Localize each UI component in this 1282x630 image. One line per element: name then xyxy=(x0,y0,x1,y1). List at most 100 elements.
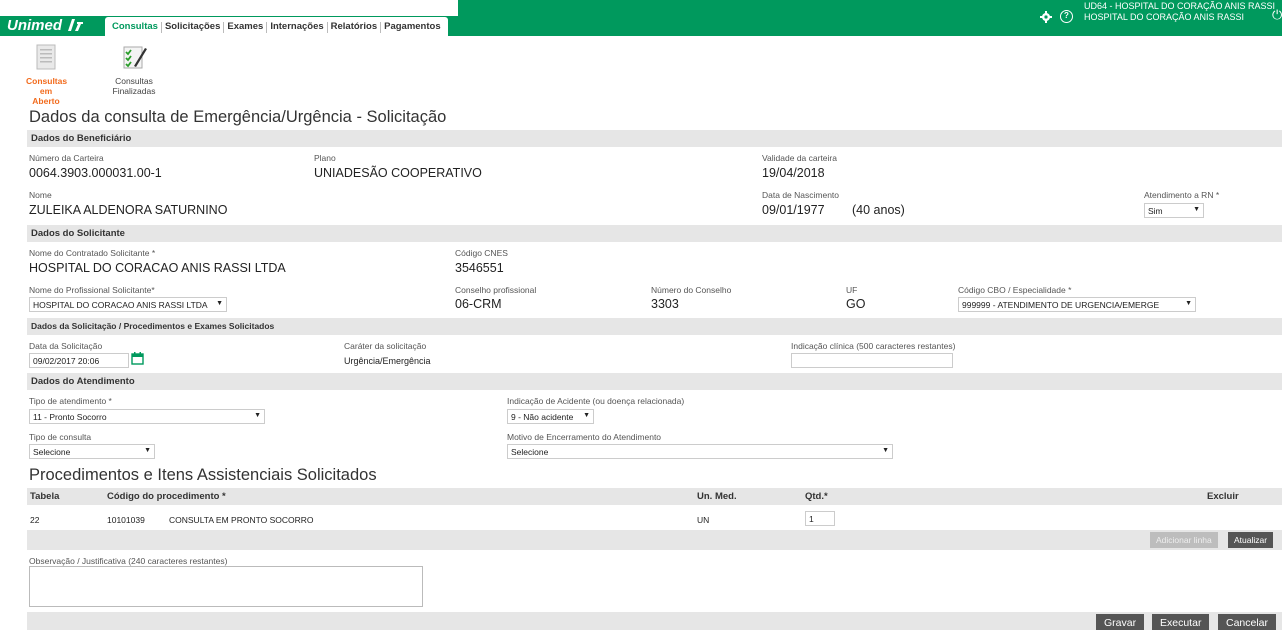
footer-bar xyxy=(27,612,1282,630)
carater-value: Urgência/Emergência xyxy=(344,356,431,366)
subnav-label: Aberto xyxy=(32,96,60,106)
open-list-icon xyxy=(36,44,56,70)
row-descricao: CONSULTA EM PRONTO SOCORRO xyxy=(169,515,314,525)
row-un-med: UN xyxy=(697,515,710,525)
column-header-un-med: Un. Med. xyxy=(697,491,737,502)
cbo-label: Código CBO / Especialidade * xyxy=(958,285,1072,295)
contratado-value: HOSPITAL DO CORACAO ANIS RASSI LTDA xyxy=(29,261,286,275)
unimed-tree-icon xyxy=(68,19,84,31)
tipo-consulta-select[interactable]: Selecione ▼ xyxy=(29,444,155,459)
plano-label: Plano xyxy=(314,153,336,163)
nome-label: Nome xyxy=(29,190,52,200)
column-header-codigo: Código do procedimento * xyxy=(107,491,226,502)
cbo-select[interactable]: 999999 - ATENDIMENTO DE URGENCIA/EMERGE … xyxy=(958,297,1196,312)
page-title: Dados da consulta de Emergência/Urgência… xyxy=(29,108,447,126)
help-icon[interactable]: ? xyxy=(1060,10,1073,23)
indicacao-label: Indicação clínica (500 caracteres restan… xyxy=(791,341,956,351)
section-solicitante: Dados do Solicitante xyxy=(27,225,1282,242)
subnav-label: Finalizadas xyxy=(112,86,156,96)
subnav-label: Consultas em xyxy=(26,76,68,96)
tipo-atendimento-value: 11 - Pronto Socorro xyxy=(33,412,107,422)
observacao-label: Observação / Justificativa (240 caracter… xyxy=(29,556,228,566)
logo-text: Unimed xyxy=(7,16,63,34)
subnav-label: Consultas xyxy=(115,76,153,86)
consultas-em-aberto-link[interactable]: Consultas em Aberto xyxy=(26,44,68,106)
executar-button[interactable]: Executar xyxy=(1152,614,1210,630)
idade-value: (40 anos) xyxy=(852,203,905,217)
tipo-atendimento-select[interactable]: 11 - Pronto Socorro ▼ xyxy=(29,409,265,424)
tab-internacoes[interactable]: Internações xyxy=(267,17,326,36)
nascimento-label: Data de Nascimento xyxy=(762,190,840,200)
profissional-label: Nome do Profissional Solicitante* xyxy=(29,285,155,295)
chevron-down-icon: ▼ xyxy=(216,300,223,307)
indicacao-clinica-input[interactable] xyxy=(791,353,953,368)
rn-label: Atendimento a RN * xyxy=(1144,190,1220,200)
chevron-down-icon: ▼ xyxy=(1193,206,1200,213)
column-header-tabela: Tabela xyxy=(30,491,60,502)
nascimento-value: 09/01/1977 xyxy=(762,203,825,217)
gravar-button[interactable]: Gravar xyxy=(1096,614,1145,630)
cancelar-button[interactable]: Cancelar xyxy=(1218,614,1277,630)
tab-pagamentos[interactable]: Pagamentos xyxy=(381,17,444,36)
column-header-qtd: Qtd.* xyxy=(805,491,828,502)
qtd-input[interactable]: 1 xyxy=(805,511,835,526)
chevron-down-icon: ▼ xyxy=(1185,300,1192,307)
carater-label: Caráter da solicitação xyxy=(344,341,427,351)
observacao-textarea[interactable] xyxy=(29,566,423,607)
checklist-icon xyxy=(123,46,147,69)
conselho-label: Conselho profissional xyxy=(455,285,537,295)
main-tabs: Consultas Solicitações Exames Internaçõe… xyxy=(105,17,448,36)
carteira-label: Número da Carteira xyxy=(29,153,104,163)
numero-conselho-label: Número do Conselho xyxy=(651,285,732,295)
profissional-select-value: HOSPITAL DO CORACAO ANIS RASSI LTDA xyxy=(33,300,208,310)
procedimentos-table-header: Tabela Código do procedimento * Un. Med.… xyxy=(27,488,1282,505)
acidente-label: Indicação de Acidente (ou doença relacio… xyxy=(507,396,685,406)
procedimentos-title: Procedimentos e Itens Assistenciais Soli… xyxy=(29,466,377,484)
cnes-label: Código CNES xyxy=(455,248,508,258)
add-line-button[interactable]: Adicionar linha xyxy=(1150,532,1218,548)
tipo-atendimento-label: Tipo de atendimento * xyxy=(29,396,112,406)
cnes-value: 3546551 xyxy=(455,261,504,275)
profissional-select[interactable]: HOSPITAL DO CORACAO ANIS RASSI LTDA ▼ xyxy=(29,297,227,312)
row-tabela: 22 xyxy=(30,515,40,525)
top-bar: Unimed Consultas Solicitações Exames Int… xyxy=(0,0,1282,36)
section-beneficiario: Dados do Beneficiário xyxy=(27,130,1282,147)
power-icon[interactable]: ⏻ xyxy=(1272,8,1282,22)
carteira-value: 0064.3903.000031.00-1 xyxy=(29,166,162,180)
gear-icon[interactable] xyxy=(1040,11,1052,23)
user-hospital-info: UD64 - HOSPITAL DO CORAÇÃO ANIS RASSI HO… xyxy=(1084,1,1275,23)
rn-select[interactable]: Sim ▼ xyxy=(1144,203,1204,218)
section-solicitacao: Dados da Solicitação / Procedimentos e E… xyxy=(27,318,1282,335)
tab-relatorios[interactable]: Relatórios xyxy=(328,17,380,36)
calendar-icon[interactable] xyxy=(131,352,144,365)
chevron-down-icon: ▼ xyxy=(882,447,889,454)
hospital-line-2: HOSPITAL DO CORAÇÃO ANIS RASSI xyxy=(1084,12,1245,22)
validade-label: Validade da carteira xyxy=(762,153,837,163)
conselho-value: 06-CRM xyxy=(455,297,502,311)
table-action-bar xyxy=(27,530,1282,550)
update-button[interactable]: Atualizar xyxy=(1228,532,1274,548)
tipo-consulta-label: Tipo de consulta xyxy=(29,432,92,442)
acidente-select[interactable]: 9 - Não acidente ▼ xyxy=(507,409,594,424)
validade-value: 19/04/2018 xyxy=(762,166,825,180)
tab-exames[interactable]: Exames xyxy=(224,17,266,36)
acidente-value: 9 - Não acidente xyxy=(511,412,574,422)
chevron-down-icon: ▼ xyxy=(254,412,261,419)
uf-value: GO xyxy=(846,297,866,311)
consultas-finalizadas-link[interactable]: Consultas Finalizadas xyxy=(104,44,164,96)
tab-solicitacoes[interactable]: Solicitações xyxy=(162,17,223,36)
plano-value: UNIADESÃO COOPERATIVO xyxy=(314,166,482,180)
hospital-line-1: UD64 - HOSPITAL DO CORAÇÃO ANIS RASSI xyxy=(1084,1,1276,11)
row-codigo: 10101039 xyxy=(107,515,145,525)
motivo-encerramento-select[interactable]: Selecione ▼ xyxy=(507,444,893,459)
data-solicitacao-input[interactable]: 09/02/2017 20:06 xyxy=(29,353,129,368)
motivo-label: Motivo de Encerramento do Atendimento xyxy=(507,432,662,442)
column-header-excluir: Excluir xyxy=(1207,491,1239,502)
tab-consultas[interactable]: Consultas xyxy=(109,17,161,36)
chevron-down-icon: ▼ xyxy=(144,447,151,454)
nome-value: ZULEIKA ALDENORA SATURNINO xyxy=(29,203,228,217)
motivo-value: Selecione xyxy=(511,447,549,457)
numero-conselho-value: 3303 xyxy=(651,297,679,311)
tipo-consulta-value: Selecione xyxy=(33,447,71,457)
unimed-logo[interactable]: Unimed xyxy=(7,15,84,35)
